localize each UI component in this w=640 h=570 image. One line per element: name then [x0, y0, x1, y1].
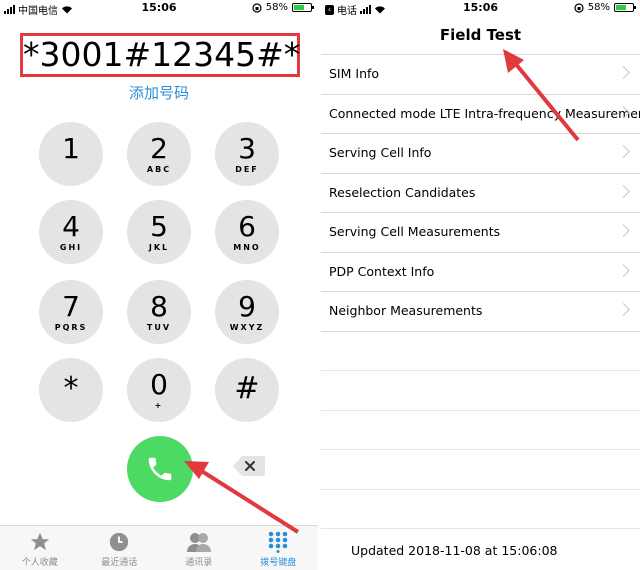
- key-letters: +: [154, 401, 164, 410]
- key-letters: TUV: [146, 323, 172, 332]
- key-digit: 1: [62, 132, 80, 165]
- key-5[interactable]: 5 JKL: [127, 200, 191, 264]
- key-8[interactable]: 8 TUV: [127, 280, 191, 344]
- tab-label: 最近通话: [101, 558, 138, 568]
- field-test-menu: SIM Info Connected mode LTE Intra-frequen…: [321, 54, 640, 529]
- tab-keypad[interactable]: 拨号键盘: [239, 526, 319, 570]
- empty-row: [321, 450, 640, 490]
- key-letters: ABC: [146, 165, 172, 174]
- tab-label: 通讯录: [185, 558, 213, 568]
- updated-timestamp: Updated 2018-11-08 at 15:06:08: [351, 543, 558, 558]
- key-digit: 0: [150, 368, 168, 401]
- menu-item-label: Reselection Candidates: [329, 184, 476, 200]
- battery-percent: 58%: [265, 2, 288, 13]
- tab-favorites[interactable]: 个人收藏: [0, 526, 80, 570]
- key-digit: 7: [62, 290, 80, 323]
- key-9[interactable]: 9 WXYZ: [215, 280, 279, 344]
- key-hash[interactable]: #: [215, 358, 279, 422]
- tab-recents[interactable]: 最近通话: [80, 526, 160, 570]
- phone-icon: [148, 457, 172, 481]
- battery-icon: [292, 3, 314, 12]
- contacts-icon: [186, 533, 211, 552]
- dialer-screen: 中国电信 15:06 58% *3001#12345#* 添加号码 1 2 ABC 3…: [0, 0, 318, 570]
- menu-item-label: Serving Cell Measurements: [329, 224, 501, 239]
- battery-percent: 58%: [587, 2, 610, 13]
- orientation-lock-icon: [574, 2, 584, 13]
- backspace-icon: [233, 456, 265, 476]
- orientation-lock-icon: [252, 2, 262, 13]
- menu-item-label: Neighbor Measurements: [329, 303, 483, 318]
- chevron-right-icon: [617, 145, 630, 158]
- key-star[interactable]: *: [39, 358, 103, 422]
- tab-label: 个人收藏: [21, 558, 58, 568]
- add-number-link[interactable]: 添加号码: [0, 82, 318, 103]
- key-2[interactable]: 2 ABC: [127, 122, 191, 186]
- empty-row: [321, 371, 640, 411]
- chevron-right-icon: [617, 66, 630, 79]
- status-bar: 中国电信 15:06 58%: [0, 0, 318, 17]
- key-digit: 2: [150, 132, 168, 165]
- page-title: Field Test: [439, 26, 522, 44]
- dialed-number[interactable]: *3001#12345#*: [20, 33, 300, 77]
- keypad-icon: [268, 531, 288, 553]
- empty-row: [321, 411, 640, 450]
- key-3[interactable]: 3 DEF: [215, 122, 279, 186]
- key-digit: 4: [62, 210, 80, 243]
- menu-item-label: Connected mode LTE Intra-frequency Measu…: [329, 105, 640, 121]
- menu-item[interactable]: Serving Cell Measurements: [321, 213, 640, 253]
- tab-bar: 个人收藏 最近通话 通讯录 拨号键盘: [0, 525, 318, 570]
- call-button[interactable]: [127, 436, 193, 502]
- star-icon: [30, 532, 49, 551]
- key-letters: MNO: [233, 243, 261, 252]
- key-letters: WXYZ: [229, 323, 265, 332]
- key-letters: GHI: [59, 243, 83, 252]
- chevron-right-icon: [617, 224, 630, 237]
- key-digit: 6: [238, 210, 256, 243]
- menu-item-label: Serving Cell Info: [329, 145, 432, 160]
- tab-contacts[interactable]: 通讯录: [159, 526, 239, 570]
- key-digit: 5: [150, 210, 168, 243]
- field-test-screen: ‹ 电话 15:06 58% Field Test SIM Info Connec…: [321, 0, 640, 570]
- tab-label: 拨号键盘: [260, 558, 297, 568]
- menu-item[interactable]: Connected mode LTE Intra-frequency Measu…: [321, 95, 640, 134]
- empty-row: [321, 332, 640, 371]
- key-digit: *: [63, 371, 79, 406]
- delete-button[interactable]: [232, 454, 266, 478]
- key-digit: #: [234, 371, 260, 406]
- key-digit: 8: [150, 290, 168, 323]
- empty-row: [321, 490, 640, 529]
- battery-icon: [614, 3, 636, 12]
- key-4[interactable]: 4 GHI: [39, 200, 103, 264]
- chevron-right-icon: [617, 263, 630, 277]
- menu-item[interactable]: Serving Cell Info: [321, 134, 640, 174]
- status-bar: ‹ 电话 15:06 58%: [321, 0, 640, 17]
- key-1[interactable]: 1: [39, 122, 103, 186]
- key-digit: 3: [238, 132, 256, 165]
- key-0[interactable]: 0 +: [127, 358, 191, 422]
- key-digit: 9: [238, 290, 256, 323]
- key-6[interactable]: 6 MNO: [215, 200, 279, 264]
- menu-item[interactable]: Neighbor Measurements: [321, 292, 640, 332]
- menu-item[interactable]: SIM Info: [321, 55, 640, 95]
- menu-item[interactable]: PDP Context Info: [321, 253, 640, 292]
- key-7[interactable]: 7 PQRS: [39, 280, 103, 344]
- menu-item-label: SIM Info: [329, 66, 380, 81]
- menu-item[interactable]: Reselection Candidates: [321, 174, 640, 213]
- chevron-right-icon: [617, 184, 630, 198]
- chevron-right-icon: [617, 303, 630, 316]
- menu-item-label: PDP Context Info: [329, 263, 435, 279]
- key-letters: DEF: [235, 165, 259, 174]
- key-letters: PQRS: [54, 323, 88, 332]
- key-letters: JKL: [148, 243, 170, 252]
- clock-icon: [110, 532, 129, 552]
